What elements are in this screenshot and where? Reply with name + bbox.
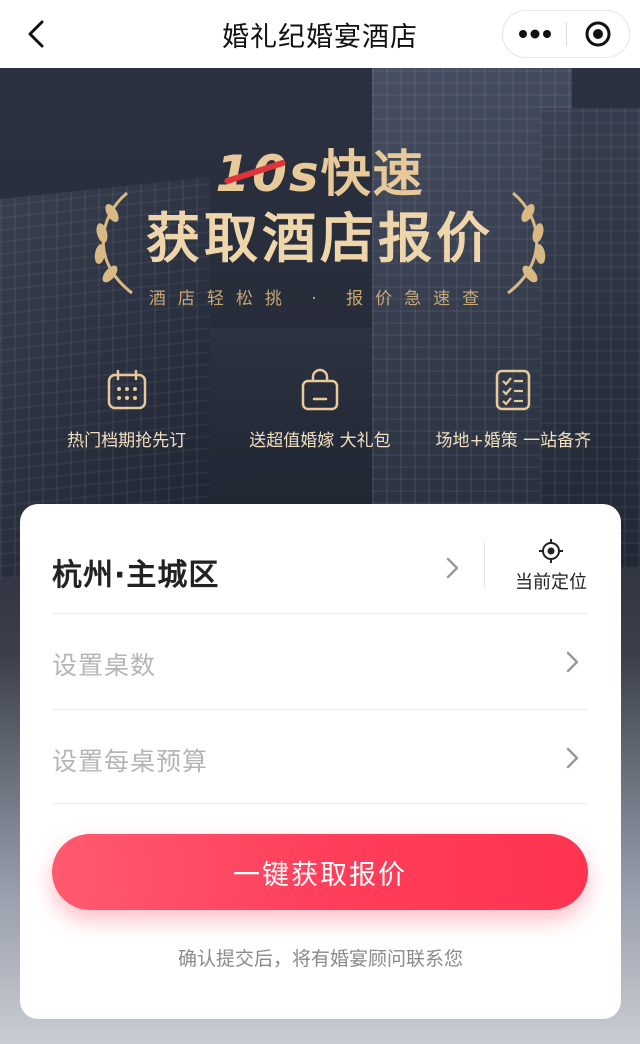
more-button[interactable] [503, 11, 566, 57]
more-dots-icon [518, 29, 551, 39]
tables-row[interactable]: 设置桌数 [52, 614, 588, 710]
checklist-icon [496, 369, 531, 411]
feature-label: 热门档期抢先订 [67, 431, 187, 451]
feature-label: 送超值婚嫁 大礼包 [249, 431, 391, 451]
divider [484, 542, 485, 588]
feature-item: 送超值婚嫁 大礼包 [230, 368, 410, 451]
headline: 10s 快速 获取酒店报价 酒店轻松挑 · 报价急速查 [0, 144, 640, 309]
budget-row[interactable]: 设置每桌预算 [52, 710, 588, 804]
feature-item: 场地+婚策 一站备齐 [423, 368, 603, 451]
feature-item: 热门档期抢先订 [37, 368, 217, 451]
city-selector[interactable]: 杭州·主城区 [52, 550, 219, 594]
feature-list: 热门档期抢先订 送超值婚嫁 大礼包 场地+婚策 一站备齐 [0, 368, 640, 451]
tables-placeholder: 设置桌数 [52, 651, 157, 680]
quote-form-card: 杭州·主城区 当前定位 设置桌数 设置每桌预算 一键获取报价 确认提交后，将有婚… [20, 504, 621, 1019]
gift-bag-icon [301, 368, 339, 411]
locate-label: 当前定位 [515, 572, 587, 593]
headline-ten-seconds: 10s [215, 145, 321, 203]
close-button[interactable] [567, 11, 629, 57]
locate-icon [539, 539, 563, 563]
chevron-right-icon [566, 651, 579, 673]
calendar-icon [107, 369, 146, 410]
nav-bar: 婚礼纪婚宴酒店 [0, 0, 640, 68]
headline-line2: 获取酒店报价 [146, 207, 494, 270]
feature-label: 场地+婚策 一站备齐 [435, 431, 592, 451]
chevron-left-icon[interactable] [22, 18, 54, 50]
budget-placeholder: 设置每桌预算 [52, 747, 209, 776]
chevron-right-icon [566, 747, 579, 769]
headline-line1-text: 快速 [320, 145, 425, 203]
headline-subtitle: 酒店轻松挑 · 报价急速查 [148, 289, 492, 309]
chevron-right-icon[interactable] [442, 554, 462, 582]
submit-notice: 确认提交后，将有婚宴顾问联系您 [177, 948, 463, 970]
mini-program-capsule [502, 10, 630, 58]
headline-line1: 10s 快速 [0, 144, 640, 204]
page-title: 婚礼纪婚宴酒店 [222, 21, 418, 53]
target-close-icon [585, 21, 611, 47]
get-quote-button[interactable]: 一键获取报价 [52, 834, 588, 910]
current-location-button[interactable]: 当前定位 [508, 538, 594, 594]
city-row: 杭州·主城区 当前定位 [52, 528, 588, 614]
